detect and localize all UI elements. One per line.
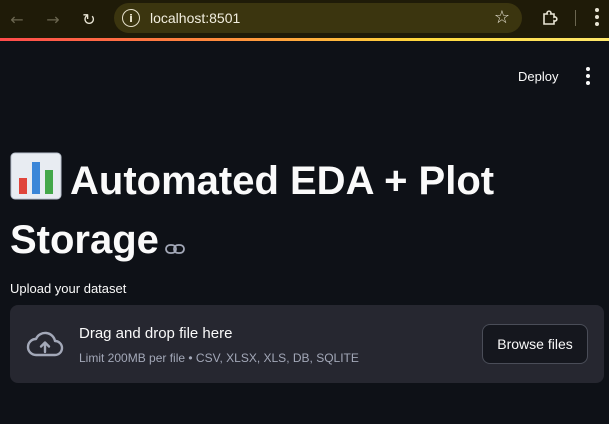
- arrow-right-icon: →: [46, 9, 60, 29]
- back-button[interactable]: ←: [4, 6, 30, 32]
- menu-dot: [586, 74, 590, 78]
- link-icon[interactable]: [165, 216, 185, 269]
- kebab-menu-icon: [595, 8, 599, 26]
- bar-chart-emoji-icon: [10, 152, 62, 214]
- reload-icon: ↻: [82, 9, 96, 29]
- browser-toolbar: ← → ↻ i localhost:8501 ☆: [0, 0, 609, 38]
- toolbar-divider: [575, 10, 576, 26]
- arrow-left-icon: ←: [10, 9, 24, 29]
- nav-buttons: ← → ↻: [4, 6, 110, 32]
- upload-label: Upload your dataset: [10, 281, 127, 296]
- reload-button[interactable]: ↻: [76, 6, 102, 32]
- page-title: Automated EDA + Plot Storage: [10, 152, 570, 269]
- dropzone-limits: Limit 200MB per file • CSV, XLSX, XLS, D…: [79, 351, 359, 365]
- browser-menu-button[interactable]: [592, 6, 602, 33]
- menu-dot: [586, 81, 590, 85]
- app-main-menu-button[interactable]: [578, 64, 598, 88]
- star-icon[interactable]: ☆: [494, 7, 510, 28]
- menu-dot: [586, 67, 590, 71]
- deploy-button[interactable]: Deploy: [510, 62, 566, 90]
- file-dropzone[interactable]: Drag and drop file here Limit 200MB per …: [10, 305, 604, 383]
- puzzle-icon: [543, 10, 558, 25]
- page-title-text: Automated EDA + Plot Storage: [10, 159, 495, 262]
- url-text[interactable]: localhost:8501: [150, 10, 240, 26]
- forward-button[interactable]: →: [40, 6, 66, 32]
- address-bar[interactable]: i localhost:8501 ☆: [114, 3, 522, 33]
- cloud-upload-icon: [26, 330, 64, 363]
- dropzone-instruction: Drag and drop file here: [79, 325, 233, 342]
- site-info-icon[interactable]: i: [122, 9, 140, 27]
- app-decoration-bar: [0, 38, 609, 41]
- browse-files-button[interactable]: Browse files: [482, 324, 588, 364]
- extensions-button[interactable]: [539, 6, 561, 30]
